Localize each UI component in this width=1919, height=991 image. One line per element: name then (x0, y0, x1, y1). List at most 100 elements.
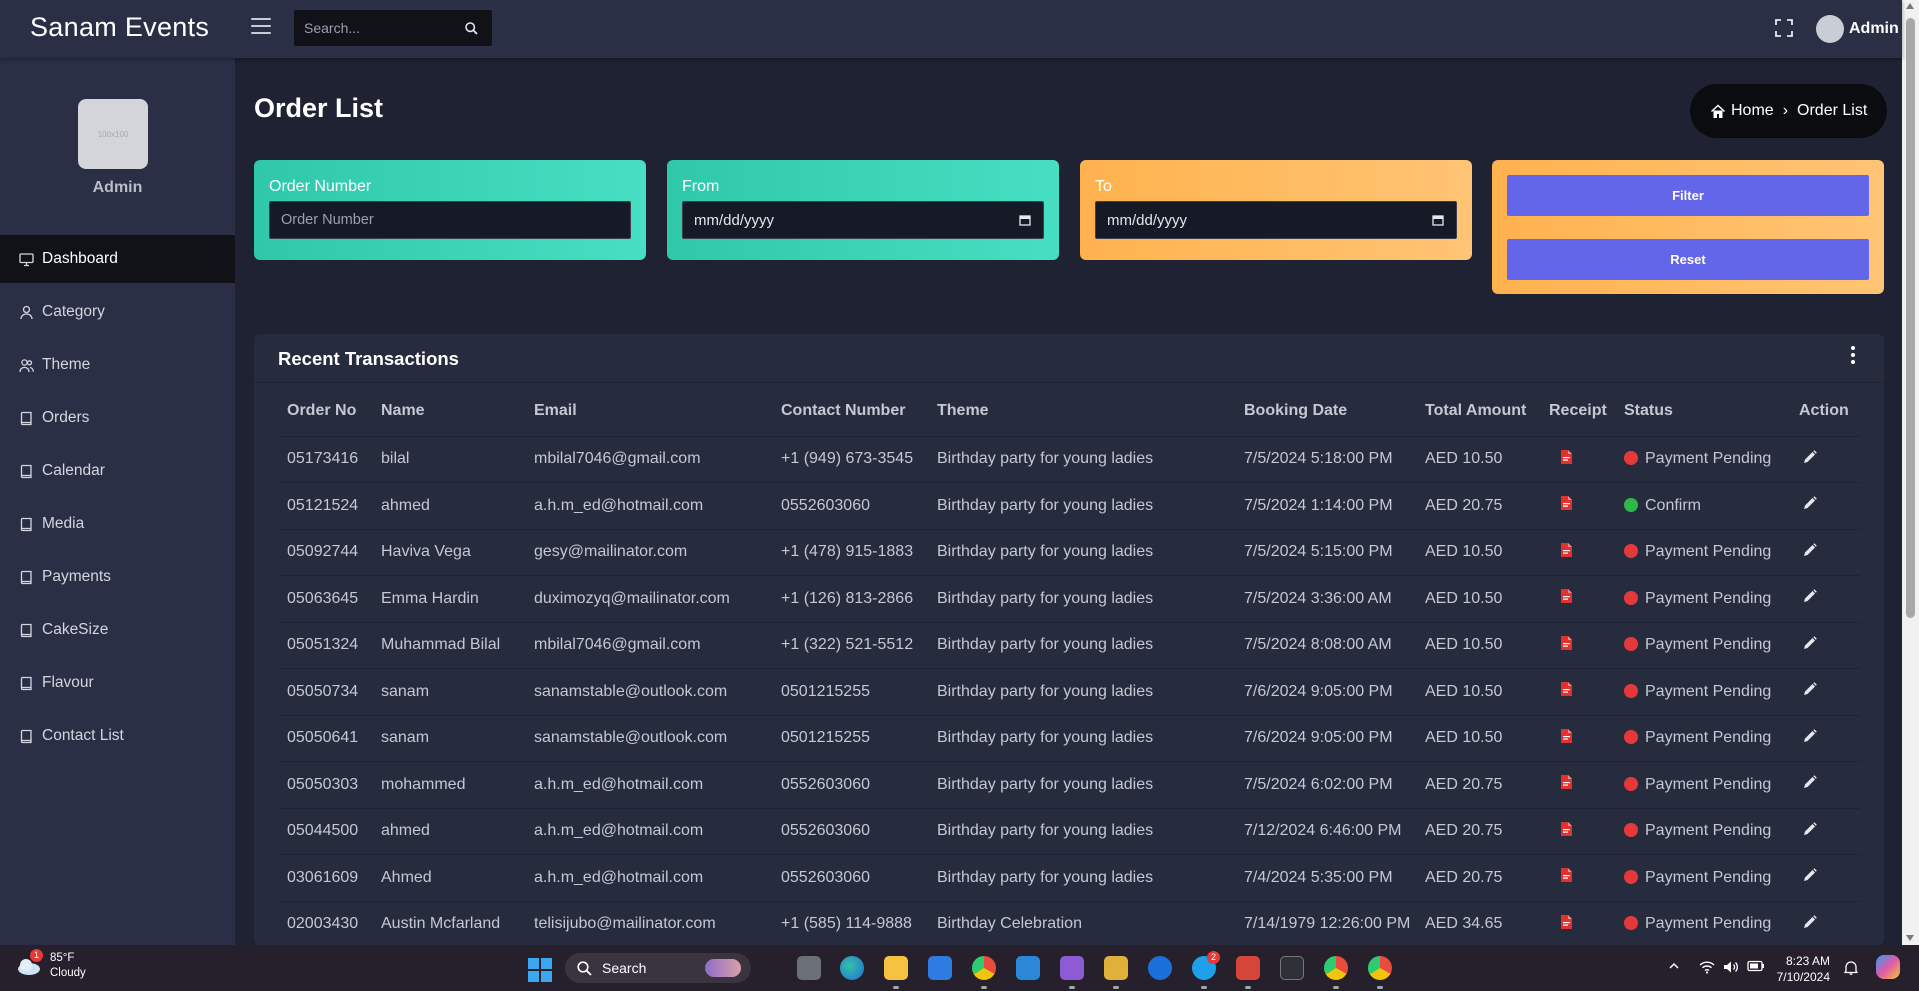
theme-cell: Birthday Celebration (929, 901, 1236, 945)
pdf-file-icon[interactable] (1561, 775, 1572, 790)
status-dot (1624, 869, 1638, 884)
zoom-icon[interactable] (1148, 956, 1172, 980)
theme-cell: Birthday party for young ladies (929, 761, 1236, 809)
scrollbar-thumb[interactable] (1906, 18, 1915, 618)
calendar-icon[interactable] (1019, 214, 1031, 226)
pdf-file-icon[interactable] (1561, 914, 1572, 929)
book-icon (20, 464, 32, 478)
contact-cell: +1 (585) 114-9888 (773, 901, 929, 945)
edge-browser-icon[interactable] (840, 956, 864, 980)
from-date-input[interactable]: mm/dd/yyyy (682, 201, 1044, 239)
fullscreen-icon[interactable] (1775, 19, 1793, 37)
taskbar-search[interactable]: Search (565, 953, 751, 983)
receipt-cell (1541, 482, 1616, 530)
pdf-file-icon[interactable] (1561, 821, 1572, 836)
table-row: 05044500 ahmed a.h.m_ed@hotmail.com 0552603… (279, 808, 1860, 855)
sidebar-item-theme[interactable]: Theme (0, 341, 235, 389)
pdf-file-icon[interactable] (1561, 682, 1572, 697)
chrome-icon[interactable] (1368, 956, 1392, 980)
booking-date-cell: 7/14/1979 12:26:00 PM (1236, 901, 1417, 945)
from-date-label: From (682, 178, 720, 195)
edit-pencil-icon[interactable] (1803, 449, 1817, 464)
order-number-input[interactable] (270, 202, 630, 238)
edit-pencil-icon[interactable] (1803, 728, 1817, 743)
edit-pencil-icon[interactable] (1803, 496, 1817, 510)
edit-pencil-icon[interactable] (1803, 868, 1817, 882)
weather-widget[interactable]: 1 85°F Cloudy (16, 949, 86, 981)
battery-icon[interactable] (1747, 960, 1765, 972)
edit-pencil-icon[interactable] (1803, 821, 1817, 836)
paint-icon[interactable] (1104, 956, 1128, 980)
snipping-tool-icon[interactable] (1236, 956, 1260, 980)
sidebar-item-media[interactable]: Media (0, 500, 235, 548)
filter-button[interactable]: Filter (1507, 175, 1869, 216)
table-row: 05050303 mohammed a.h.m_ed@hotmail.com 0552… (279, 761, 1860, 809)
theme-cell: Birthday party for young ladies (929, 622, 1236, 669)
pdf-file-icon[interactable] (1561, 542, 1572, 557)
sidebar-item-cakesize[interactable]: CakeSize (0, 606, 235, 654)
search-input[interactable] (304, 10, 454, 46)
user-menu[interactable]: Admin (1816, 15, 1899, 43)
wifi-icon[interactable] (1699, 960, 1715, 974)
pdf-file-icon[interactable] (1561, 589, 1572, 604)
pdf-file-icon[interactable] (1561, 728, 1572, 743)
brand-logo[interactable]: Sanam Events (30, 12, 209, 43)
windows-start-icon[interactable] (528, 958, 552, 982)
action-cell (1791, 901, 1860, 945)
edit-pencil-icon[interactable] (1803, 682, 1817, 696)
sidebar-item-calendar[interactable]: Calendar (0, 447, 235, 495)
pdf-file-icon[interactable] (1561, 449, 1572, 464)
chevron-up-icon[interactable] (1668, 960, 1680, 972)
sidebar-item-dashboard[interactable]: Dashboard (0, 235, 235, 283)
sidebar-item-contact-list[interactable]: Contact List (0, 712, 235, 760)
task-view-icon[interactable] (797, 956, 821, 980)
page-title: Order List (254, 93, 384, 123)
to-date-input[interactable]: mm/dd/yyyy (1095, 201, 1457, 239)
chrome-icon[interactable] (972, 956, 996, 980)
breadcrumb-home[interactable]: Home (1731, 102, 1774, 120)
edit-pencil-icon[interactable] (1803, 635, 1817, 650)
sidebar-item-category[interactable]: Category (0, 288, 235, 336)
calendar-icon[interactable] (1432, 214, 1444, 226)
sidebar-item-orders[interactable]: Orders (0, 394, 235, 442)
booking-date-cell: 7/5/2024 3:36:00 AM (1236, 575, 1417, 623)
action-cell (1791, 854, 1860, 902)
order-number-field-wrap (269, 201, 631, 239)
running-indicator (1245, 986, 1251, 989)
edit-pencil-icon[interactable] (1803, 914, 1817, 929)
search-icon[interactable] (465, 22, 478, 35)
book-icon (20, 411, 32, 425)
pdf-file-icon[interactable] (1561, 496, 1572, 511)
volume-icon[interactable] (1723, 960, 1739, 974)
sidebar-item-label: Dashboard (42, 250, 118, 267)
chevron-right-icon: › (1782, 102, 1789, 119)
scroll-up-arrow-icon[interactable] (1906, 3, 1914, 9)
running-indicator (1333, 986, 1339, 989)
more-options-icon[interactable] (1851, 346, 1857, 367)
amount-cell: AED 20.75 (1417, 761, 1541, 809)
page-scrollbar[interactable] (1902, 0, 1919, 945)
chrome-icon[interactable] (1324, 956, 1348, 980)
amount-cell: AED 10.50 (1417, 436, 1541, 483)
pdf-file-icon[interactable] (1561, 635, 1572, 650)
visual-studio-icon[interactable] (1060, 956, 1084, 980)
menu-toggle-icon[interactable] (251, 18, 271, 36)
terminal-icon[interactable] (1280, 956, 1304, 980)
scroll-down-arrow-icon[interactable] (1906, 935, 1914, 941)
mail-icon[interactable] (1016, 956, 1040, 980)
booking-date-cell: 7/4/2024 5:35:00 PM (1236, 854, 1417, 902)
edit-pencil-icon[interactable] (1803, 589, 1817, 603)
sidebar-item-flavour[interactable]: Flavour (0, 659, 235, 707)
system-clock[interactable]: 8:23 AM 7/10/2024 (1770, 953, 1830, 985)
microsoft-store-icon[interactable] (928, 956, 952, 980)
sidebar-item-payments[interactable]: Payments (0, 553, 235, 601)
pdf-file-icon[interactable] (1561, 868, 1572, 883)
running-indicator (1113, 986, 1119, 989)
notification-bell-icon[interactable] (1844, 960, 1858, 975)
receipt-cell (1541, 761, 1616, 809)
reset-button[interactable]: Reset (1507, 239, 1869, 280)
edit-pencil-icon[interactable] (1803, 542, 1817, 557)
file-explorer-icon[interactable] (884, 956, 908, 980)
edit-pencil-icon[interactable] (1803, 775, 1817, 789)
copilot-icon[interactable] (1876, 955, 1900, 979)
